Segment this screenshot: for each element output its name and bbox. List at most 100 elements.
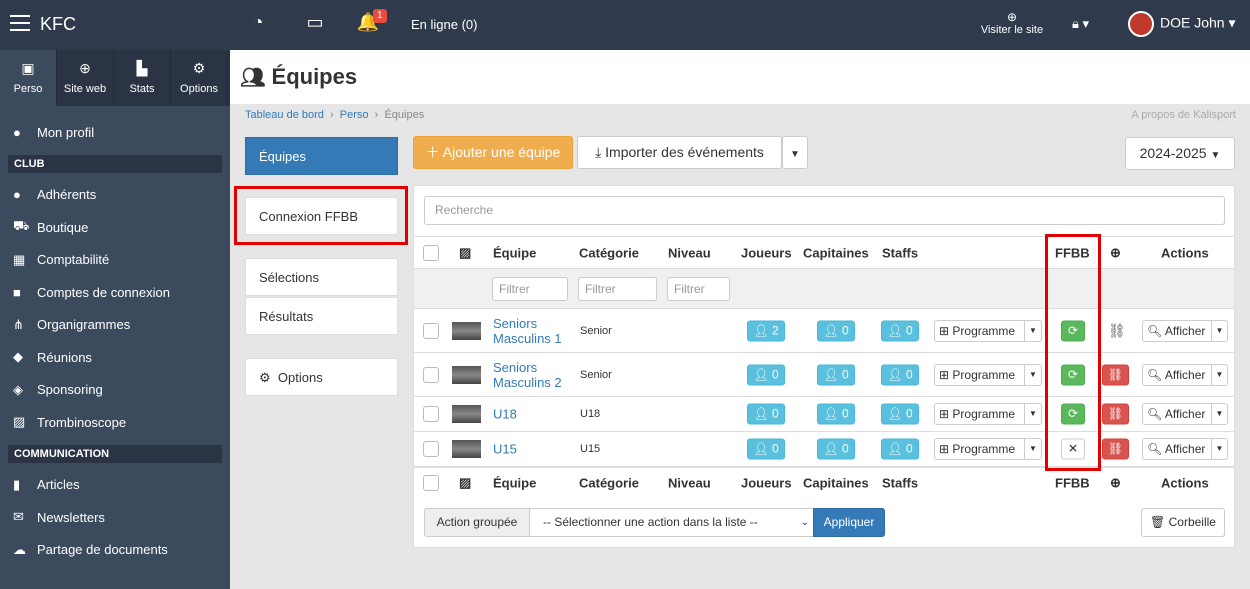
- col-niveau[interactable]: Niveau: [668, 245, 711, 260]
- add-team-button[interactable]: ＋ Ajouter une équipe: [413, 136, 573, 169]
- caret-down-icon[interactable]: ▼: [1024, 364, 1041, 385]
- caret-down-icon[interactable]: ▼: [1211, 439, 1227, 459]
- sidebar-item-comptabilite[interactable]: ▦ Comptabilité: [0, 244, 230, 277]
- col-categorie[interactable]: Catégorie: [579, 476, 639, 491]
- nav-options[interactable]: ⚙ Options: [245, 358, 398, 396]
- team-link[interactable]: Seniors Masculins 1: [493, 316, 573, 346]
- view-button[interactable]: 🔍︎ Afficher ▼: [1142, 438, 1228, 460]
- about-link[interactable]: A propos de Kalisport: [1131, 109, 1236, 121]
- sidebar-item-comptes[interactable]: ■ Comptes de connexion: [0, 276, 230, 309]
- unlink-button[interactable]: ⛓: [1102, 438, 1129, 460]
- view-button[interactable]: 🔍︎ Afficher ▼: [1142, 403, 1228, 425]
- sidebar-item-newsletters[interactable]: ✉ Newsletters: [0, 501, 230, 534]
- lock-icon: ■: [13, 284, 21, 300]
- filter-niveau-input[interactable]: Filtrer: [667, 276, 730, 301]
- select-all-checkbox[interactable]: [423, 475, 439, 491]
- sidebar-item-trombinoscope[interactable]: ▨ Trombinoscope: [0, 406, 230, 439]
- sidebar-item-documents[interactable]: ☁ Partage de documents: [0, 534, 230, 567]
- season-select[interactable]: 2024-2025 ▼: [1125, 137, 1235, 170]
- row-checkbox[interactable]: [423, 322, 439, 339]
- team-link[interactable]: U15: [493, 442, 517, 457]
- captains-button[interactable]: 👤︎ 0: [817, 364, 855, 385]
- row-checkbox[interactable]: [423, 441, 439, 457]
- inbox-icon[interactable]: ▭: [303, 12, 327, 36]
- nav-selections[interactable]: Sélections: [245, 258, 398, 296]
- sidebar-item-profile[interactable]: ● Mon profil: [0, 116, 230, 149]
- nav-connexion-ffbb[interactable]: Connexion FFBB: [245, 197, 398, 235]
- bulk-action-select[interactable]: -- Sélectionner une action dans la liste…: [529, 508, 814, 537]
- chevron-down-icon: ⌄: [800, 517, 809, 528]
- tab-site-web[interactable]: ⊕ Site web: [57, 50, 114, 106]
- nav-resultats[interactable]: Résultats: [245, 297, 398, 335]
- staffs-button[interactable]: 👤︎ 0: [881, 320, 919, 341]
- tab-stats[interactable]: ▙ Stats: [114, 50, 171, 106]
- sidebar-item-organigrammes[interactable]: ⋔ Organigrammes: [0, 309, 230, 342]
- app-name[interactable]: KFC: [40, 14, 76, 35]
- tab-options[interactable]: ⚙ Options: [171, 50, 228, 106]
- players-button[interactable]: 👤︎ 0: [747, 403, 785, 425]
- import-dropdown-button[interactable]: ▼: [782, 136, 808, 169]
- sidebar-item-articles[interactable]: ▮ Articles: [0, 469, 230, 502]
- team-photo: [452, 440, 481, 458]
- link-icon[interactable]: ⛓: [1108, 322, 1126, 339]
- caret-down-icon[interactable]: ▼: [1211, 320, 1227, 341]
- caret-down-icon[interactable]: ▼: [1211, 404, 1227, 424]
- staffs-button[interactable]: 👤︎ 0: [881, 364, 919, 385]
- nav-equipes[interactable]: Équipes: [245, 137, 398, 175]
- breadcrumb-perso[interactable]: Perso: [340, 109, 369, 121]
- page-header: 👥︎ Équipes: [230, 50, 1250, 104]
- caret-down-icon[interactable]: ▼: [1024, 404, 1041, 424]
- online-status[interactable]: En ligne (0): [411, 17, 477, 32]
- lock-menu[interactable]: 🔒︎ ▾: [1072, 16, 1089, 32]
- captains-button[interactable]: 👤︎ 0: [817, 438, 855, 460]
- players-button[interactable]: 👤︎ 0: [747, 364, 785, 385]
- breadcrumb-dashboard[interactable]: Tableau de bord: [245, 109, 324, 121]
- programme-button[interactable]: ⊞ Programme ▼: [934, 363, 1042, 386]
- col-niveau[interactable]: Niveau: [668, 476, 711, 491]
- captains-button[interactable]: 👤︎ 0: [817, 320, 855, 341]
- staffs-button[interactable]: 👤︎ 0: [881, 438, 919, 460]
- sidebar-item-adherents[interactable]: ● Adhérents: [0, 179, 230, 212]
- unlink-button[interactable]: ⛓: [1102, 364, 1129, 385]
- unlink-button[interactable]: ⛓: [1102, 403, 1129, 425]
- col-equipe[interactable]: Équipe: [493, 476, 536, 491]
- filter-categorie-input[interactable]: Filtrer: [578, 276, 657, 301]
- import-events-button[interactable]: ⤓ Importer des événements: [577, 136, 782, 169]
- col-categorie[interactable]: Catégorie: [579, 245, 639, 260]
- user-menu[interactable]: DOE John ▾: [1128, 11, 1236, 37]
- team-link[interactable]: Seniors Masculins 2: [493, 360, 573, 390]
- programme-button[interactable]: ⊞ Programme ▼: [934, 319, 1042, 342]
- row-checkbox[interactable]: [423, 366, 439, 383]
- caret-down-icon[interactable]: ▼: [1024, 320, 1041, 341]
- programme-button[interactable]: ⊞ Programme ▼: [934, 403, 1042, 425]
- sidebar-item-sponsoring[interactable]: ◈ Sponsoring: [0, 374, 230, 407]
- caret-down-icon[interactable]: ▼: [1211, 364, 1227, 385]
- team-link[interactable]: U18: [493, 407, 517, 422]
- captains-button[interactable]: 👤︎ 0: [817, 403, 855, 425]
- dashboard-icon[interactable]: ◔: [246, 12, 270, 36]
- sidebar-item-boutique[interactable]: ⛟ Boutique: [0, 211, 230, 244]
- sidebar-item-reunions[interactable]: ◆ Réunions: [0, 341, 230, 374]
- unlink-icon: ⛓: [1107, 367, 1124, 381]
- apply-button[interactable]: Appliquer: [813, 508, 885, 537]
- col-staffs: Staffs: [882, 475, 919, 491]
- programme-button[interactable]: ⊞ Programme ▼: [934, 438, 1042, 460]
- players-button[interactable]: 👤︎ 2: [747, 320, 785, 341]
- search-input[interactable]: Recherche: [424, 196, 1225, 225]
- players-button[interactable]: 👤︎ 0: [747, 438, 785, 460]
- staffs-button[interactable]: 👤︎ 0: [881, 403, 919, 425]
- filter-equipe-input[interactable]: Filtrer: [492, 276, 568, 301]
- caret-down-icon[interactable]: ▼: [1024, 439, 1041, 459]
- visit-site-link[interactable]: ⊕ Visiter le site: [976, 10, 1048, 36]
- user-circle-icon: ●: [13, 124, 21, 140]
- view-button[interactable]: 🔍︎ Afficher ▼: [1142, 363, 1228, 386]
- view-button[interactable]: 🔍︎ Afficher ▼: [1142, 319, 1228, 342]
- menu-icon[interactable]: [10, 15, 30, 31]
- col-equipe[interactable]: Équipe: [493, 245, 536, 260]
- globe-icon: ⊕: [1110, 475, 1121, 490]
- row-checkbox[interactable]: [423, 406, 439, 422]
- table-row: U18 U18 👤︎ 0 👤︎ 0 👤︎ 0 ⊞ Programme ▼ ⟳ ⛓ …: [414, 396, 1234, 431]
- trash-button[interactable]: 🗑︎ Corbeille: [1141, 508, 1225, 537]
- select-all-checkbox[interactable]: [423, 244, 439, 261]
- tab-perso[interactable]: ▣ Perso: [0, 50, 57, 106]
